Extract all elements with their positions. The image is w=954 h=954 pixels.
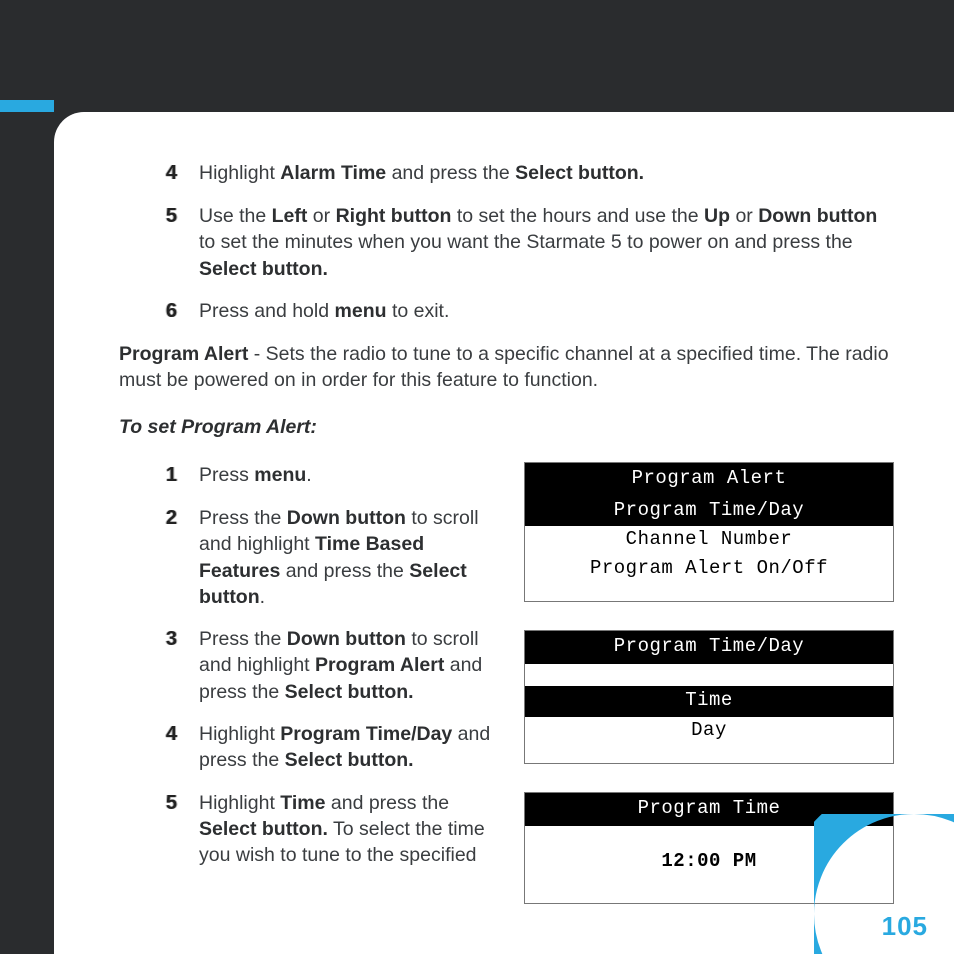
manual-page: 4 Highlight Alarm Time and press the Sel… — [54, 112, 954, 954]
lcd-row-highlighted: Program Time/Day — [525, 496, 893, 527]
lcd-screens-column: Program Alert Program Time/Day Channel N… — [524, 462, 894, 932]
section-subtitle: To set Program Alert: — [119, 414, 894, 440]
step-text: Press the Down button to scroll and high… — [199, 505, 508, 610]
step-number: 1 — [159, 462, 177, 489]
lcd-screen-program-time: Program Time 12:00 PM — [524, 792, 894, 903]
lcd-title: Program Time — [525, 793, 893, 826]
step-text: Press and hold menu to exit. — [199, 298, 894, 325]
step-item: 6 Press and hold menu to exit. — [159, 298, 894, 325]
step-text: Press the Down button to scroll and high… — [199, 626, 508, 705]
lcd-title: Program Time/Day — [525, 631, 893, 664]
step-item: 4 Highlight Alarm Time and press the Sel… — [159, 160, 894, 187]
step-item: 3 Press the Down button to scroll and hi… — [159, 626, 508, 705]
step-text: Highlight Time and press the Select butt… — [199, 790, 508, 869]
step-item: 4 Highlight Program Time/Day and press t… — [159, 721, 508, 774]
lcd-row: 12:00 PM — [525, 848, 893, 877]
step-number: 5 — [159, 790, 177, 869]
step-item: 2 Press the Down button to scroll and hi… — [159, 505, 508, 610]
step-number: 5 — [159, 203, 177, 282]
step-item: 5 Use the Left or Right button to set th… — [159, 203, 894, 282]
page-content: 4 Highlight Alarm Time and press the Sel… — [54, 112, 954, 932]
lcd-row-blank — [525, 664, 893, 686]
page-number: 105 — [882, 911, 928, 942]
program-alert-steps-list: 1 Press menu. 2 Press the Down button to… — [119, 462, 508, 869]
lcd-row: Day — [525, 717, 893, 746]
accent-bar-top — [0, 100, 54, 112]
lcd-screen-program-time-day: Program Time/Day Time Day — [524, 630, 894, 764]
step-text: Highlight Program Time/Day and press the… — [199, 721, 508, 774]
alarm-steps-list: 4 Highlight Alarm Time and press the Sel… — [119, 160, 894, 325]
lcd-row: Channel Number — [525, 526, 893, 555]
program-alert-description: Program Alert - Sets the radio to tune t… — [119, 341, 894, 394]
step-number: 3 — [159, 626, 177, 705]
lcd-row-blank — [525, 826, 893, 848]
lcd-title: Program Alert — [525, 463, 893, 496]
lcd-screen-program-alert: Program Alert Program Time/Day Channel N… — [524, 462, 894, 603]
step-number: 4 — [159, 721, 177, 774]
step-number: 4 — [159, 160, 177, 187]
step-item: 1 Press menu. — [159, 462, 508, 489]
step-number: 6 — [159, 298, 177, 325]
step-item: 5 Highlight Time and press the Select bu… — [159, 790, 508, 869]
step-text: Use the Left or Right button to set the … — [199, 203, 894, 282]
step-number: 2 — [159, 505, 177, 610]
step-text: Press menu. — [199, 462, 508, 489]
step-text: Highlight Alarm Time and press the Selec… — [199, 160, 894, 187]
lcd-row-highlighted: Time — [525, 686, 893, 717]
lcd-row: Program Alert On/Off — [525, 555, 893, 584]
